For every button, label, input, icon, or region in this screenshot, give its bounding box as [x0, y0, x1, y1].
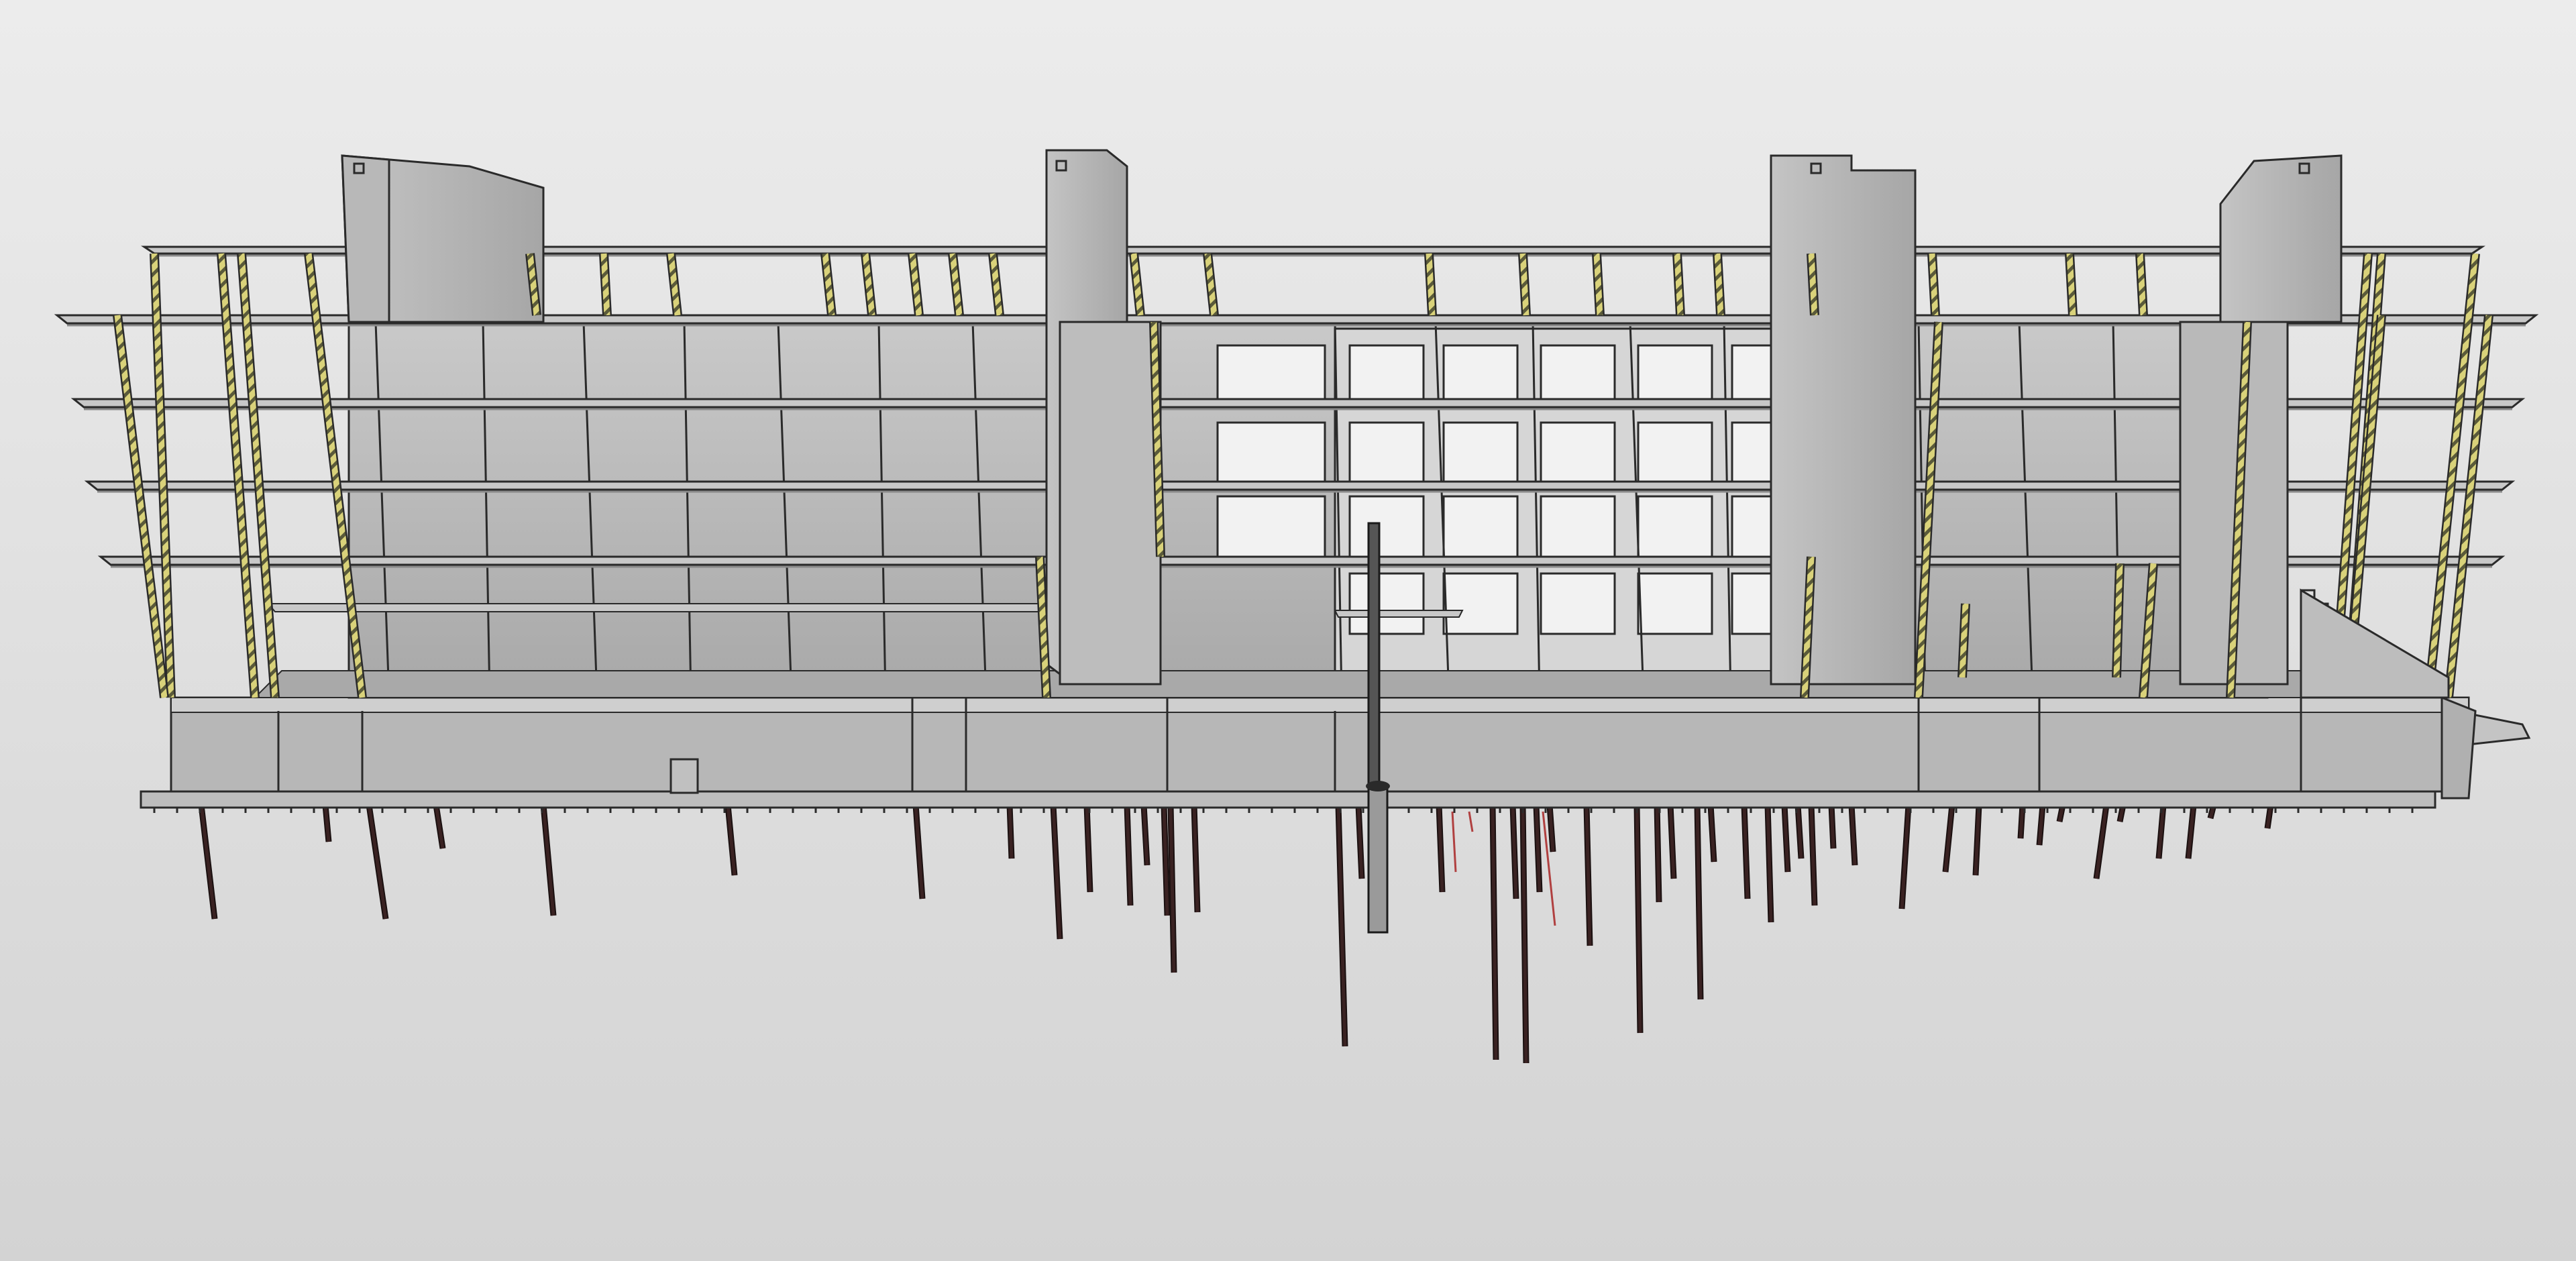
frame-opening [1540, 495, 1616, 558]
frame-opening [1637, 344, 1713, 407]
steel-column [1959, 603, 1969, 678]
pile-highlight [1468, 811, 1474, 832]
steel-column [1519, 253, 1529, 316]
frame-opening [1216, 421, 1326, 484]
pile [1008, 804, 1014, 859]
foundation-piles[interactable] [198, 804, 2274, 1064]
frame-opening [1540, 572, 1616, 635]
steel-column [2137, 253, 2147, 316]
frame-opening [1442, 495, 1519, 558]
frame-opening [1442, 421, 1519, 484]
floor-slab [84, 480, 2516, 491]
frame-opening [1442, 572, 1519, 635]
right-stair[interactable] [2300, 588, 2450, 699]
floor-slab [70, 398, 2526, 408]
pile-highlight [1451, 811, 1457, 873]
frame-opening [1637, 572, 1713, 635]
steel-column [2445, 315, 2492, 698]
frame-opening [1348, 495, 1425, 558]
steel-column [1929, 253, 1939, 316]
pile [541, 804, 555, 916]
pile [367, 804, 388, 920]
steel-column [1426, 253, 1436, 316]
floor-slab [97, 555, 2506, 566]
pile [199, 804, 217, 920]
frame-opening [1216, 344, 1326, 407]
frame-opening [1216, 495, 1326, 558]
pile [1655, 804, 1661, 903]
steel-column [1674, 253, 1684, 316]
frame-opening [1348, 344, 1425, 407]
pile [1829, 804, 1835, 849]
steel-column [2113, 563, 2123, 678]
pile [2094, 804, 2108, 879]
steel-column [600, 253, 610, 316]
floor-slab [1334, 610, 1464, 618]
frame-opening [1348, 572, 1425, 635]
frame-opening [1540, 421, 1616, 484]
steel-column [1808, 253, 1818, 316]
steel-column [1714, 253, 1724, 316]
frame-opening [1540, 344, 1616, 407]
building-structural-model[interactable] [0, 0, 2576, 1261]
steel-column [2066, 253, 2076, 316]
steel-column [1593, 253, 1603, 316]
pile [2019, 804, 2025, 839]
frame-opening [1442, 344, 1519, 407]
frame-opening [1637, 495, 1713, 558]
podium-base[interactable] [140, 696, 2531, 813]
frame-opening [1348, 421, 1425, 484]
floor-slab [266, 603, 1075, 612]
3d-viewport[interactable] [0, 0, 2576, 1261]
frame-opening [1637, 421, 1713, 484]
